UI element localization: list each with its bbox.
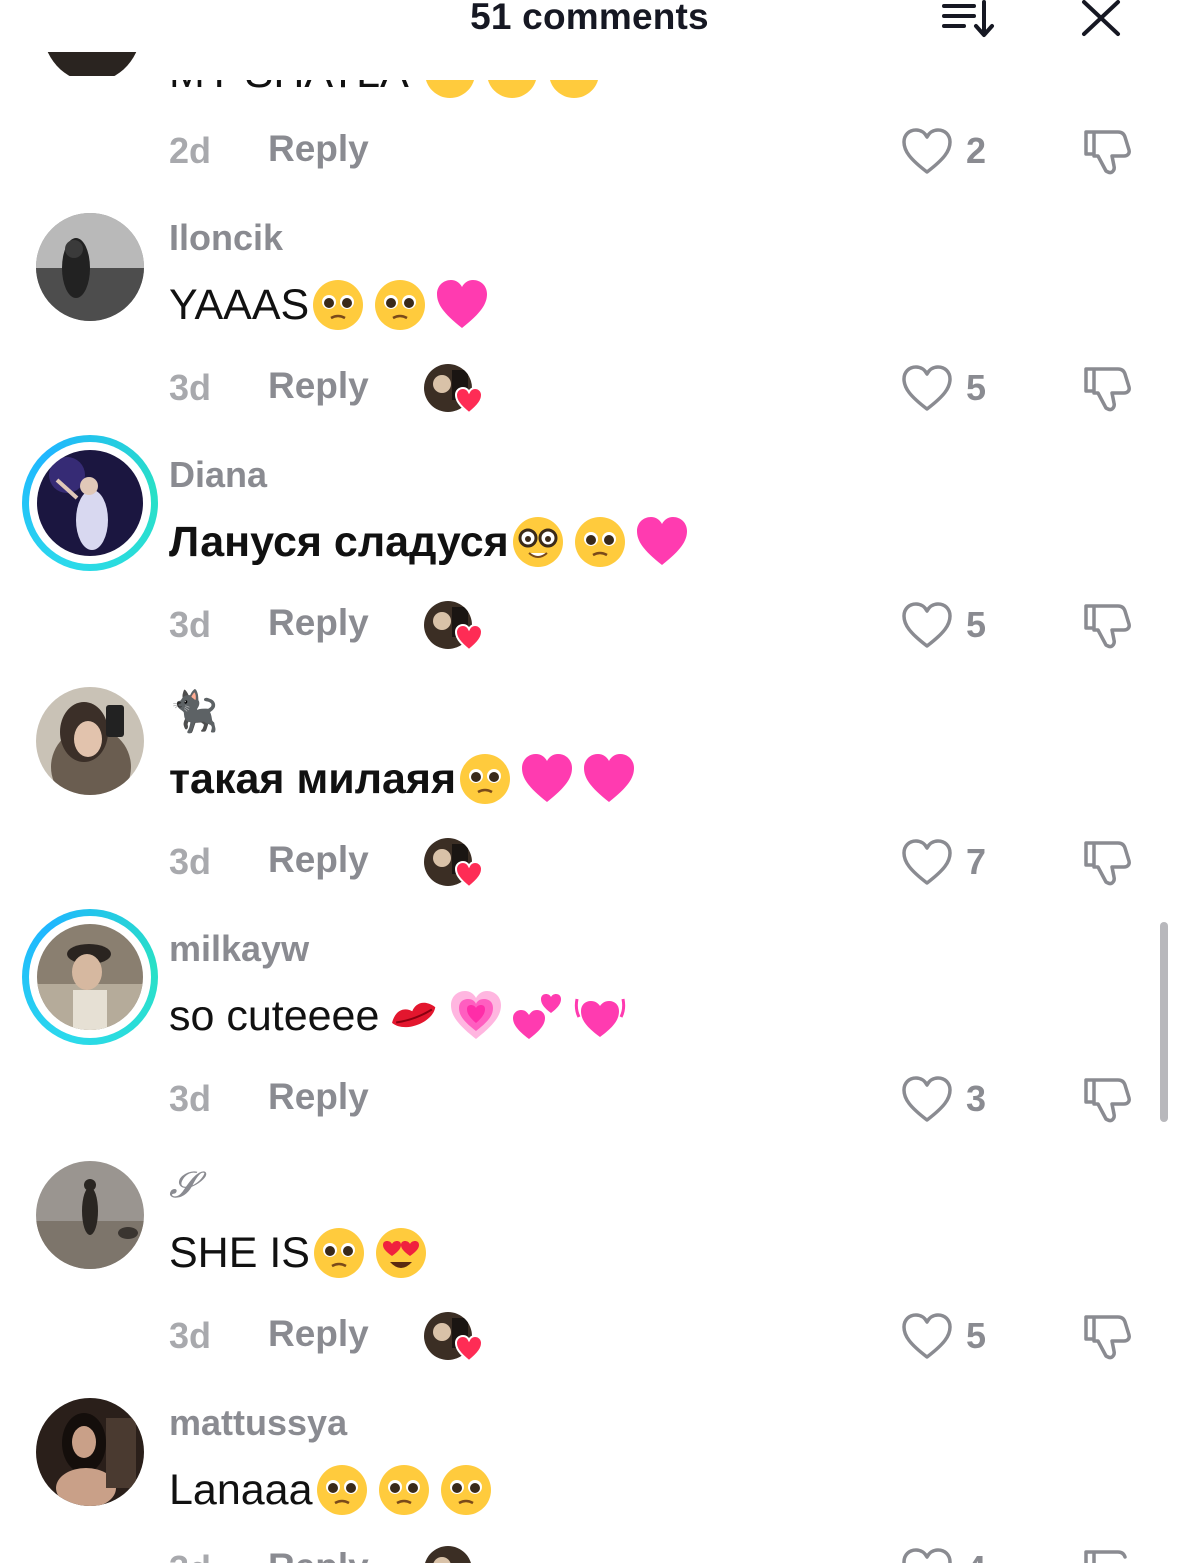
- reply-button[interactable]: Reply: [268, 1313, 369, 1355]
- pleading-face-icon: [547, 80, 601, 100]
- heart-outline-icon[interactable]: [900, 363, 954, 413]
- comment-text: Лануся сладуся: [169, 515, 689, 569]
- like-count: 5: [966, 604, 987, 645]
- pleading-face-icon: [439, 1463, 493, 1517]
- two-hearts-icon: [511, 989, 565, 1043]
- creator-liked-badge: [424, 1546, 484, 1563]
- reply-button[interactable]: Reply: [268, 365, 369, 407]
- pleading-face-icon: [373, 278, 427, 332]
- comments-count-title: 51 comments: [470, 0, 709, 37]
- avatar[interactable]: [36, 1161, 144, 1269]
- heart-outline-icon[interactable]: [900, 1311, 954, 1361]
- pleading-face-icon: [485, 80, 539, 100]
- comment-time: 3d: [169, 604, 212, 645]
- pink-heart-icon: [582, 752, 636, 806]
- comments-sheet: 51 comments MY SHATLA 2d Reply 2 Iloncik…: [0, 0, 1179, 1563]
- avatar[interactable]: [36, 1398, 144, 1506]
- creator-avatar: [424, 1546, 472, 1563]
- like-count: 3: [966, 1078, 987, 1119]
- dislike-icon[interactable]: [1080, 1072, 1134, 1126]
- heart-filled-icon: [454, 860, 484, 890]
- close-icon[interactable]: [1078, 0, 1124, 40]
- heart-outline-icon[interactable]: [900, 600, 954, 650]
- pleading-face-icon: [573, 515, 627, 569]
- comment-username[interactable]: Iloncik: [169, 217, 283, 259]
- comment-text: SHE IS: [169, 1226, 428, 1280]
- reply-button[interactable]: Reply: [268, 1546, 369, 1563]
- pink-heart-icon: [635, 515, 689, 569]
- heart-filled-icon: [454, 623, 484, 653]
- like-count: 2: [966, 130, 987, 171]
- comment-time: 2d: [169, 130, 212, 171]
- like-count: 4: [966, 1548, 986, 1563]
- comment-text: YAAAS: [169, 278, 489, 332]
- avatar-story-ring[interactable]: [22, 909, 158, 1045]
- heart-eyes-face-icon: [374, 1226, 428, 1280]
- avatar: [37, 450, 143, 556]
- dislike-icon[interactable]: [1080, 1309, 1134, 1363]
- avatar: [37, 924, 143, 1030]
- comment-text: MY SHATLA: [169, 80, 601, 100]
- pink-heart-icon: [520, 752, 574, 806]
- heart-outline-icon[interactable]: [900, 126, 954, 176]
- dislike-icon[interactable]: [1080, 835, 1134, 889]
- avatar-story-ring[interactable]: [22, 435, 158, 571]
- like-count: 7: [966, 841, 987, 882]
- comment-username[interactable]: 🐈‍⬛: [169, 688, 219, 735]
- pleading-face-icon: [458, 752, 512, 806]
- comment-username[interactable]: 𝓢: [169, 1165, 197, 1207]
- comment-username[interactable]: mattussya: [169, 1402, 347, 1444]
- avatar[interactable]: [36, 213, 144, 321]
- pleading-face-icon: [315, 1463, 369, 1517]
- reply-button[interactable]: Reply: [268, 128, 369, 170]
- heart-filled-icon: [454, 386, 484, 416]
- growing-heart-icon: [449, 989, 503, 1043]
- comments-header: 51 comments: [0, 0, 1179, 52]
- reply-button[interactable]: Reply: [268, 839, 369, 881]
- avatar[interactable]: [36, 687, 144, 795]
- comment-username[interactable]: milkayw: [169, 928, 309, 970]
- pleading-face-icon: [311, 278, 365, 332]
- comment-username[interactable]: Diana: [169, 454, 267, 496]
- dislike-icon[interactable]: [1080, 124, 1134, 178]
- beating-heart-icon: [573, 989, 627, 1043]
- scrollbar[interactable]: [1160, 922, 1168, 1122]
- reply-button[interactable]: Reply: [268, 1076, 369, 1118]
- comment-time: 3d: [169, 841, 212, 882]
- heart-outline-icon[interactable]: [900, 1546, 954, 1563]
- creator-liked-badge: [424, 1312, 484, 1364]
- dislike-icon[interactable]: [1080, 1544, 1134, 1563]
- creator-liked-badge: [424, 838, 484, 890]
- dislike-icon[interactable]: [1080, 598, 1134, 652]
- reply-button[interactable]: Reply: [268, 602, 369, 644]
- comment-text: Lanaaa: [169, 1463, 493, 1517]
- nerd-face-icon: [511, 515, 565, 569]
- heart-filled-icon: [454, 1334, 484, 1364]
- comment-time: 3d: [169, 1548, 211, 1563]
- pleading-face-icon: [377, 1463, 431, 1517]
- dislike-icon[interactable]: [1080, 361, 1134, 415]
- kiss-mark-icon: [387, 989, 441, 1043]
- comment-time: 3d: [169, 1315, 212, 1356]
- pink-heart-icon: [435, 278, 489, 332]
- comment-text: so cuteeee: [169, 989, 627, 1043]
- creator-liked-badge: [424, 364, 484, 416]
- creator-liked-badge: [424, 601, 484, 653]
- comment-text: такая милаяя: [169, 752, 636, 806]
- comment-time: 3d: [169, 367, 212, 408]
- comment-time: 3d: [169, 1078, 212, 1119]
- pleading-face-icon: [423, 80, 477, 100]
- like-count: 5: [966, 1315, 987, 1356]
- heart-outline-icon[interactable]: [900, 1074, 954, 1124]
- like-count: 5: [966, 367, 987, 408]
- sort-icon[interactable]: [940, 0, 1000, 40]
- pleading-face-icon: [312, 1226, 366, 1280]
- heart-outline-icon[interactable]: [900, 837, 954, 887]
